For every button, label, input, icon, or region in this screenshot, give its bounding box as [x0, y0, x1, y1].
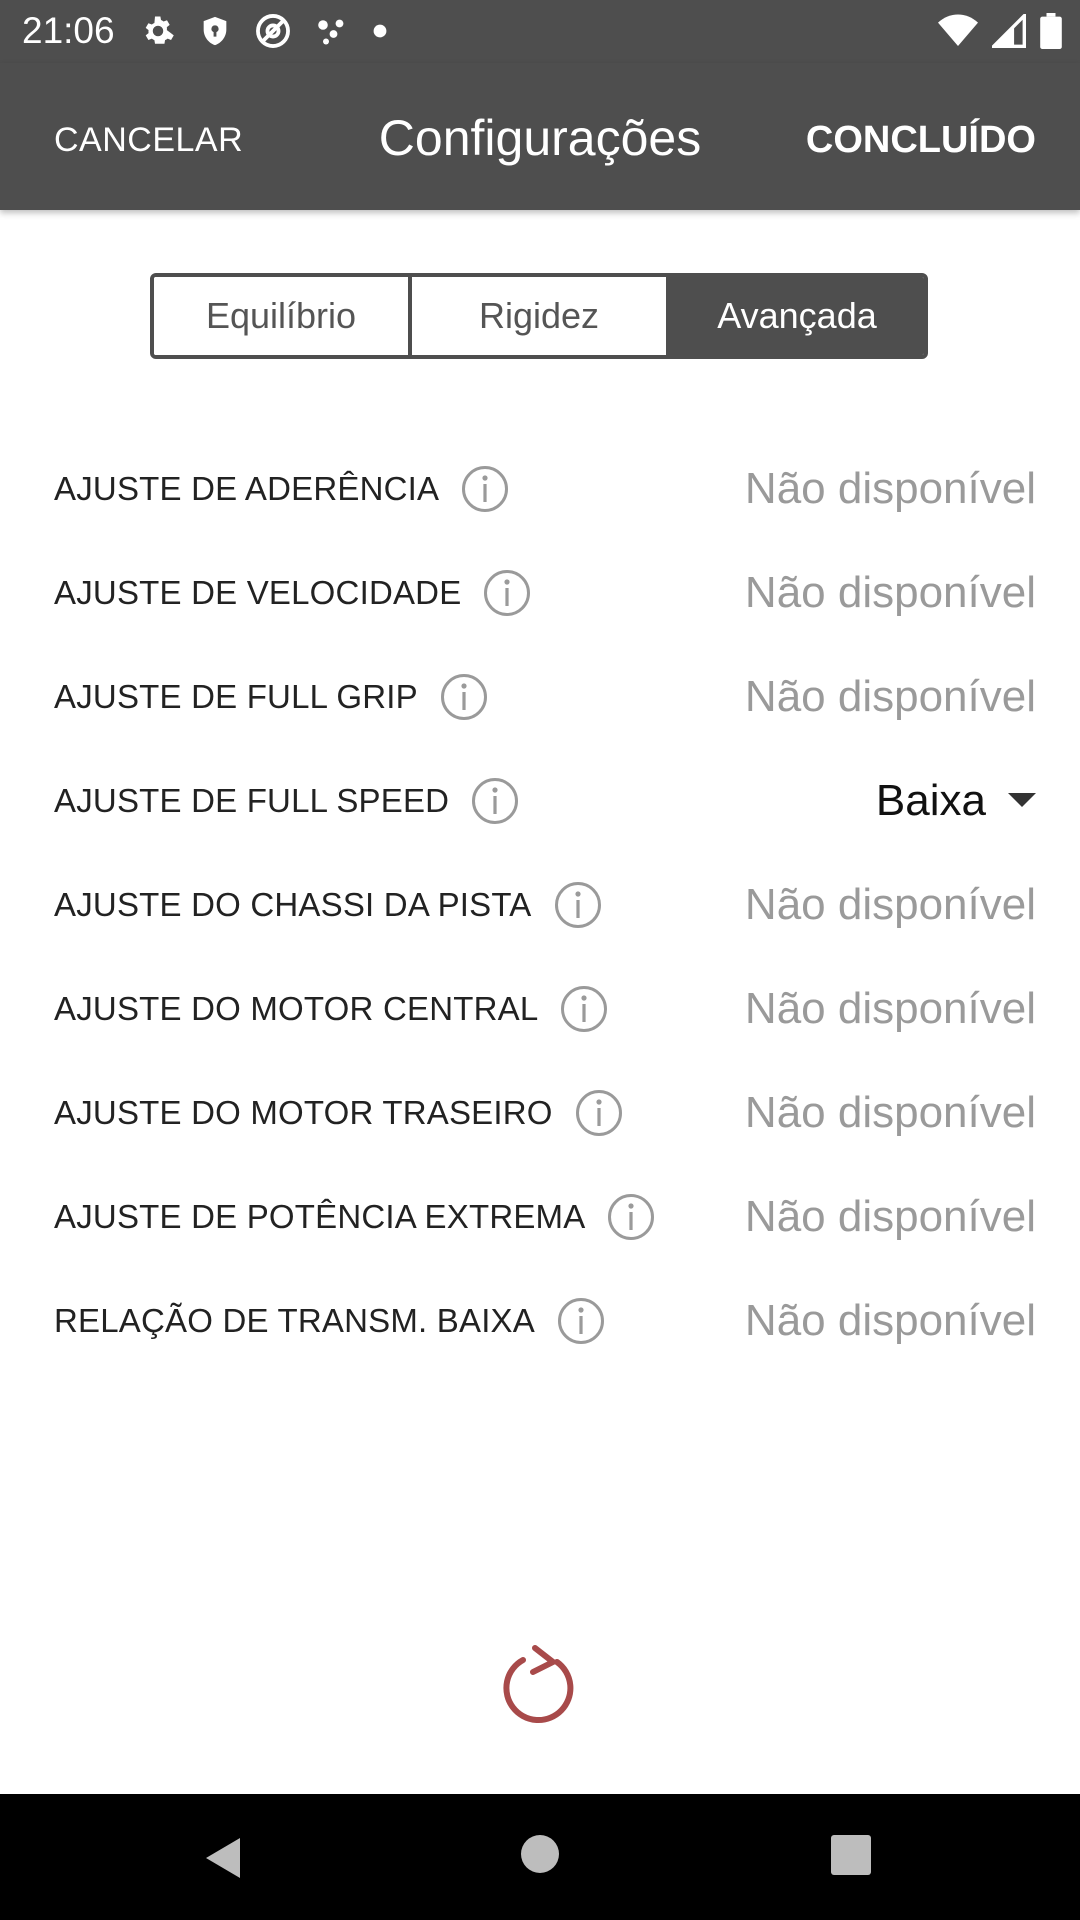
setting-label: AJUSTE DO MOTOR TRASEIRO [54, 1094, 553, 1131]
info-icon[interactable] [557, 1297, 605, 1345]
info-icon[interactable] [461, 465, 509, 513]
cell-signal-icon [992, 14, 1026, 48]
setting-value: Não disponível [744, 984, 1036, 1033]
full-speed-dropdown[interactable]: Baixa [876, 776, 1036, 826]
info-icon[interactable] [471, 777, 519, 825]
setting-value: Não disponível [744, 672, 1036, 721]
setting-label: AJUSTE DE FULL GRIP [54, 678, 418, 715]
setting-row-motor-central: AJUSTE DO MOTOR CENTRAL Não disponível [0, 957, 1080, 1061]
at-sign-icon [256, 14, 290, 48]
setting-value: Não disponível [744, 1296, 1036, 1345]
tab-equilibrio[interactable]: Equilíbrio [154, 277, 408, 355]
setting-row-full-speed: AJUSTE DE FULL SPEED Baixa [0, 749, 1080, 853]
setting-value: Não disponível [744, 568, 1036, 617]
setting-label: AJUSTE DE POTÊNCIA EXTREMA [54, 1198, 586, 1235]
home-icon[interactable] [520, 1834, 560, 1874]
info-icon[interactable] [554, 881, 602, 929]
setting-row-potencia-extrema: AJUSTE DE POTÊNCIA EXTREMA Não disponíve… [0, 1165, 1080, 1269]
recent-apps-icon[interactable] [830, 1834, 872, 1876]
refresh-icon[interactable] [495, 1640, 585, 1730]
info-icon[interactable] [483, 569, 531, 617]
status-icons-right [938, 10, 1062, 52]
status-icons-left [140, 10, 388, 52]
settings-gear-icon [145, 16, 174, 44]
shield-icon [203, 16, 227, 46]
settings-list: AJUSTE DE ADERÊNCIA Não disponível AJUST… [0, 437, 1080, 1373]
setting-label: RELAÇÃO DE TRANSM. BAIXA [54, 1302, 535, 1339]
setting-value: Não disponível [744, 880, 1036, 929]
wifi-icon [938, 14, 978, 46]
setting-label: AJUSTE DE ADERÊNCIA [54, 470, 440, 507]
setting-row-aderencia: AJUSTE DE ADERÊNCIA Não disponível [0, 437, 1080, 541]
setting-row-transm-baixa: RELAÇÃO DE TRANSM. BAIXA Não disponível [0, 1269, 1080, 1373]
dropdown-selected-value: Baixa [875, 776, 986, 825]
small-dot-icon [373, 24, 387, 38]
status-time: 21:06 [22, 10, 115, 51]
setting-value: Não disponível [744, 1088, 1036, 1137]
tab-rigidez[interactable]: Rigidez [408, 277, 666, 355]
setting-row-velocidade: AJUSTE DE VELOCIDADE Não disponível [0, 541, 1080, 645]
system-nav-bar [0, 1794, 1080, 1920]
done-button[interactable]: CONCLUÍDO [806, 119, 1036, 162]
info-icon[interactable] [607, 1193, 655, 1241]
setting-row-chassi-pista: AJUSTE DO CHASSI DA PISTA Não disponível [0, 853, 1080, 957]
app-bar: CANCELAR Configurações CONCLUÍDO [0, 63, 1080, 210]
setting-value: Não disponível [744, 464, 1036, 513]
back-icon[interactable] [200, 1834, 248, 1882]
dropdown-arrow-icon [1008, 793, 1036, 807]
status-bar: 21:06 [0, 0, 1080, 63]
battery-icon [1040, 13, 1062, 49]
setting-label: AJUSTE DE FULL SPEED [54, 782, 450, 819]
info-icon[interactable] [575, 1089, 623, 1137]
setting-label: AJUSTE DO CHASSI DA PISTA [54, 886, 532, 923]
cancel-button[interactable]: CANCELAR [54, 121, 243, 160]
tab-avancada[interactable]: Avançada [666, 277, 924, 355]
setting-label: AJUSTE DO MOTOR CENTRAL [54, 990, 539, 1027]
setting-label: AJUSTE DE VELOCIDADE [54, 574, 462, 611]
dots-cluster-icon [318, 19, 344, 45]
info-icon[interactable] [560, 985, 608, 1033]
info-icon[interactable] [440, 673, 488, 721]
setting-row-motor-traseiro: AJUSTE DO MOTOR TRASEIRO Não disponível [0, 1061, 1080, 1165]
setting-row-full-grip: AJUSTE DE FULL GRIP Não disponível [0, 645, 1080, 749]
settings-tab-bar: Equilíbrio Rigidez Avançada [150, 273, 928, 359]
setting-value: Não disponível [744, 1192, 1036, 1241]
